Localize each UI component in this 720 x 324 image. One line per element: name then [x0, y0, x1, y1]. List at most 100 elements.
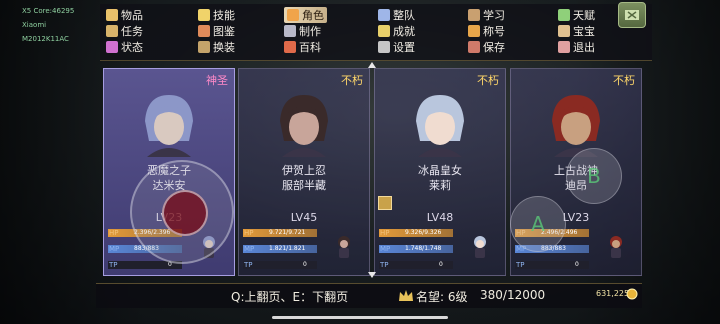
menu-item[interactable]: 制作: [284, 23, 321, 39]
mp-value: 1.821/1.821: [269, 245, 306, 252]
mp-label: MP: [109, 245, 120, 253]
joystick-knob[interactable]: [162, 190, 208, 236]
button-a-label: A: [531, 212, 545, 236]
codex-icon: [198, 25, 210, 37]
menu-item[interactable]: 物品: [106, 7, 143, 23]
exit-icon: [558, 41, 570, 53]
character-portrait: [280, 95, 328, 157]
rank-badge: 不朽: [477, 74, 499, 87]
menu-item-label: 任务: [121, 25, 143, 38]
menu-item[interactable]: 学习: [468, 7, 505, 23]
map-icon: [625, 10, 639, 20]
outfit-icon: [198, 41, 210, 53]
encyclopedia-icon: [284, 41, 296, 53]
device-info-line: X5 Core:46295: [22, 7, 75, 15]
character-card[interactable]: 不朽 冰晶皇女 莱莉 LV48 HP 9.326/9.326 MP 1.748/1.748 TP…: [374, 68, 506, 276]
menu-item-label: 退出: [573, 41, 595, 54]
menu-item-label: 物品: [121, 9, 143, 22]
menu-item[interactable]: 成就: [378, 23, 415, 39]
button-b-label: B: [587, 164, 601, 188]
character-sprite: [474, 236, 486, 258]
character-name: 莱莉: [429, 179, 451, 192]
menu-item[interactable]: 宝宝: [558, 23, 595, 39]
talent-icon: [558, 9, 570, 21]
device-info: X5 Core:46295 Xiaomi M2012K11AC: [22, 4, 74, 46]
character-title: 冰晶皇女: [418, 164, 462, 177]
coin-icon: [626, 288, 638, 300]
footer-bar: Q:上翻页、E：下翻页 名望: 6级 380/12000: [96, 283, 642, 308]
character-level: LV48: [426, 211, 454, 224]
menu-item-label: 图鉴: [213, 25, 235, 38]
minimap-toggle-button[interactable]: [618, 2, 646, 28]
fame-level: 名望: 6级: [416, 290, 468, 304]
menu-item-label: 成就: [393, 25, 415, 38]
menu-item[interactable]: 任务: [106, 23, 143, 39]
mp-label: MP: [244, 245, 255, 253]
menu-item-label: 换装: [213, 41, 235, 54]
menu-item[interactable]: 退出: [558, 39, 595, 55]
menu-item-label: 称号: [483, 25, 505, 38]
fame-progress: 380/12000: [480, 288, 546, 302]
crown-icon: [399, 290, 413, 301]
menu-item[interactable]: 技能: [198, 7, 235, 23]
menu-item[interactable]: 设置: [378, 39, 415, 55]
character-card[interactable]: 不朽 伊贺上忍 服部半藏 LV45 HP 9.721/9.721 MP 1.821/1.821…: [238, 68, 370, 276]
scroll-icon: [468, 9, 480, 21]
page-hint: Q:上翻页、E：下翻页: [231, 290, 349, 304]
menu-item[interactable]: 天赋: [558, 7, 595, 23]
menu-item[interactable]: 整队: [378, 7, 415, 23]
action-button-a[interactable]: A: [510, 196, 566, 252]
team-icon: [378, 9, 390, 21]
mp-label: MP: [380, 245, 391, 253]
tp-label: TP: [244, 261, 253, 269]
tp-label: TP: [516, 261, 525, 269]
menu-item-label: 百科: [299, 41, 321, 54]
character-portrait: [552, 95, 600, 157]
tp-value: 0: [575, 261, 579, 268]
menu-item[interactable]: 称号: [468, 23, 505, 39]
scroll-up-arrow[interactable]: [368, 62, 376, 68]
tp-label: TP: [109, 261, 118, 269]
menu-item[interactable]: 角色: [284, 7, 327, 23]
action-button-b[interactable]: B: [566, 148, 622, 204]
menu-item-label: 角色: [302, 9, 324, 22]
character-sprite: [610, 236, 622, 258]
character-level: LV45: [290, 211, 318, 224]
character-portrait: [416, 95, 464, 157]
menu-item-label: 天赋: [573, 9, 595, 22]
menu-item[interactable]: 保存: [468, 39, 505, 55]
character-portrait: [145, 95, 193, 157]
menu-item[interactable]: 百科: [284, 39, 321, 55]
scroll-down-arrow[interactable]: [368, 272, 376, 278]
mp-value: 1.748/1.748: [405, 245, 442, 252]
status-icon: [106, 41, 118, 53]
gold-amount: 631,225: [596, 289, 630, 298]
device-info-line: Xiaomi: [22, 21, 47, 29]
save-icon: [468, 41, 480, 53]
character-sprite: [338, 236, 350, 258]
character-icon: [287, 9, 299, 21]
hp-label: HP: [380, 229, 390, 237]
equipment-badge-icon: [378, 196, 392, 210]
menu-item-label: 宝宝: [573, 25, 595, 38]
pet-icon: [558, 25, 570, 37]
device-info-line: M2012K11AC: [22, 35, 69, 43]
moon-icon: [198, 9, 210, 21]
menu-item-label: 状态: [121, 41, 143, 54]
title-icon: [468, 25, 480, 37]
menu-item-label: 学习: [483, 9, 505, 22]
menu-item-label: 制作: [299, 25, 321, 38]
anvil-icon: [284, 25, 296, 37]
character-title: 伊贺上忍: [282, 164, 326, 177]
menu-item[interactable]: 换装: [198, 39, 235, 55]
hp-value: 9.326/9.326: [405, 229, 442, 236]
quest-icon: [106, 25, 118, 37]
trophy-icon: [378, 25, 390, 37]
menu-item-label: 整队: [393, 9, 415, 22]
menu-item[interactable]: 状态: [106, 39, 143, 55]
hp-value: 9.721/9.721: [269, 229, 306, 236]
menu-item[interactable]: 图鉴: [198, 23, 235, 39]
settings-icon: [378, 41, 390, 53]
rank-badge: 神圣: [206, 74, 228, 87]
hp-label: HP: [244, 229, 254, 237]
